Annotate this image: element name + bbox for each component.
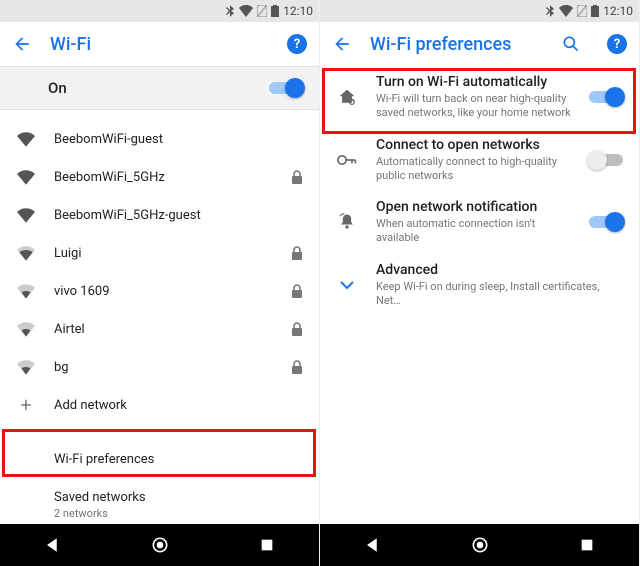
- nav-recents-icon[interactable]: [259, 537, 275, 553]
- pref-open-networks[interactable]: Connect to open networks Automatically c…: [320, 129, 639, 192]
- no-sim-icon: [577, 5, 587, 17]
- battery-icon: [271, 5, 279, 17]
- lock-icon: [291, 360, 303, 374]
- preferences-list: Turn on Wi-Fi automatically Wi-Fi will t…: [320, 66, 639, 524]
- bell-wifi-icon: [336, 212, 358, 232]
- network-list: BeebomWiFi-guest BeebomWiFi_5GHz BeebomW…: [0, 110, 319, 524]
- clock: 12:10: [603, 4, 633, 18]
- wifi-signal-icon: [16, 321, 36, 337]
- network-ssid: vivo 1609: [54, 284, 273, 299]
- saved-networks-sub: 2 networks: [54, 507, 303, 521]
- network-ssid: BeebomWiFi-guest: [54, 132, 285, 147]
- nav-back-icon[interactable]: [364, 536, 382, 554]
- status-bar: 12:10: [0, 0, 319, 22]
- network-ssid: Luigi: [54, 246, 273, 261]
- wifi-signal-icon: [16, 131, 36, 147]
- wifi-master-switch[interactable]: [269, 79, 303, 97]
- network-ssid: Airtel: [54, 322, 273, 337]
- pref-auto-sub: Wi-Fi will turn back on near high-qualit…: [376, 92, 571, 121]
- back-icon[interactable]: [332, 34, 352, 54]
- wifi-status-icon: [239, 5, 253, 17]
- pref-notify-sub: When automatic connection isn't availabl…: [376, 217, 571, 246]
- status-bar: 12:10: [320, 0, 639, 22]
- plus-icon: +: [16, 395, 36, 415]
- network-row[interactable]: BeebomWiFi_5GHz: [0, 158, 319, 196]
- pref-open-title: Connect to open networks: [376, 137, 571, 153]
- pref-auto-switch[interactable]: [589, 88, 623, 106]
- screen-wifi-preferences: 12:10 Wi-Fi preferences ? Turn on Wi-Fi …: [320, 0, 640, 566]
- app-bar: Wi-Fi preferences ?: [320, 22, 639, 66]
- wifi-master-toggle-row[interactable]: On: [0, 66, 319, 110]
- pref-auto-title: Turn on Wi-Fi automatically: [376, 74, 571, 90]
- network-row[interactable]: BeebomWiFi_5GHz-guest: [0, 196, 319, 234]
- network-row[interactable]: Airtel: [0, 310, 319, 348]
- network-ssid: BeebomWiFi_5GHz: [54, 170, 273, 185]
- add-network-label: Add network: [54, 398, 303, 413]
- page-title: Wi-Fi: [50, 34, 269, 55]
- home-refresh-icon: [336, 88, 358, 106]
- network-row[interactable]: vivo 1609: [0, 272, 319, 310]
- page-title: Wi-Fi preferences: [370, 34, 543, 55]
- clock: 12:10: [283, 4, 313, 18]
- lock-icon: [291, 322, 303, 336]
- network-ssid: BeebomWiFi_5GHz-guest: [54, 208, 285, 223]
- lock-icon: [291, 246, 303, 260]
- pref-advanced[interactable]: Advanced Keep Wi-Fi on during sleep, Ins…: [320, 254, 639, 317]
- pref-advanced-sub: Keep Wi-Fi on during sleep, Install cert…: [376, 280, 623, 309]
- wifi-signal-icon: [16, 359, 36, 375]
- back-icon[interactable]: [12, 34, 32, 54]
- wifi-preferences-row[interactable]: Wi-Fi preferences: [0, 436, 319, 482]
- lock-icon: [291, 284, 303, 298]
- saved-networks-title: Saved networks: [54, 490, 303, 505]
- network-row[interactable]: bg: [0, 348, 319, 386]
- app-bar: Wi-Fi ?: [0, 22, 319, 66]
- add-network-row[interactable]: + Add network: [0, 386, 319, 424]
- network-ssid: bg: [54, 360, 273, 375]
- pref-open-sub: Automatically connect to high-quality pu…: [376, 155, 571, 184]
- nav-home-icon[interactable]: [470, 535, 490, 555]
- no-sim-icon: [257, 5, 267, 17]
- wifi-signal-icon: [16, 169, 36, 185]
- wifi-signal-icon: [16, 207, 36, 223]
- nav-bar: [320, 524, 639, 566]
- network-row[interactable]: BeebomWiFi-guest: [0, 120, 319, 158]
- pref-notify-title: Open network notification: [376, 199, 571, 215]
- pref-advanced-title: Advanced: [376, 262, 623, 278]
- battery-icon: [591, 5, 599, 17]
- search-icon[interactable]: [561, 34, 581, 54]
- key-icon: [336, 154, 358, 166]
- saved-networks-row[interactable]: Saved networks 2 networks: [0, 482, 319, 524]
- pref-open-notification[interactable]: Open network notification When automatic…: [320, 191, 639, 254]
- pref-auto-wifi[interactable]: Turn on Wi-Fi automatically Wi-Fi will t…: [320, 66, 639, 129]
- network-row[interactable]: Luigi: [0, 234, 319, 272]
- screen-wifi-list: 12:10 Wi-Fi ? On BeebomWiFi-guest Beebom…: [0, 0, 320, 566]
- wifi-signal-icon: [16, 245, 36, 261]
- pref-notify-switch[interactable]: [589, 213, 623, 231]
- wifi-signal-icon: [16, 283, 36, 299]
- help-icon[interactable]: ?: [287, 34, 307, 54]
- wifi-on-label: On: [48, 79, 67, 97]
- lock-icon: [291, 170, 303, 184]
- help-icon[interactable]: ?: [607, 34, 627, 54]
- nav-home-icon[interactable]: [150, 535, 170, 555]
- pref-open-switch[interactable]: [589, 151, 623, 169]
- wifi-preferences-label: Wi-Fi preferences: [54, 452, 303, 467]
- chevron-down-icon: [336, 280, 358, 290]
- nav-back-icon[interactable]: [44, 536, 62, 554]
- bluetooth-icon: [225, 5, 235, 17]
- wifi-status-icon: [559, 5, 573, 17]
- bluetooth-icon: [545, 5, 555, 17]
- nav-recents-icon[interactable]: [579, 537, 595, 553]
- nav-bar: [0, 524, 319, 566]
